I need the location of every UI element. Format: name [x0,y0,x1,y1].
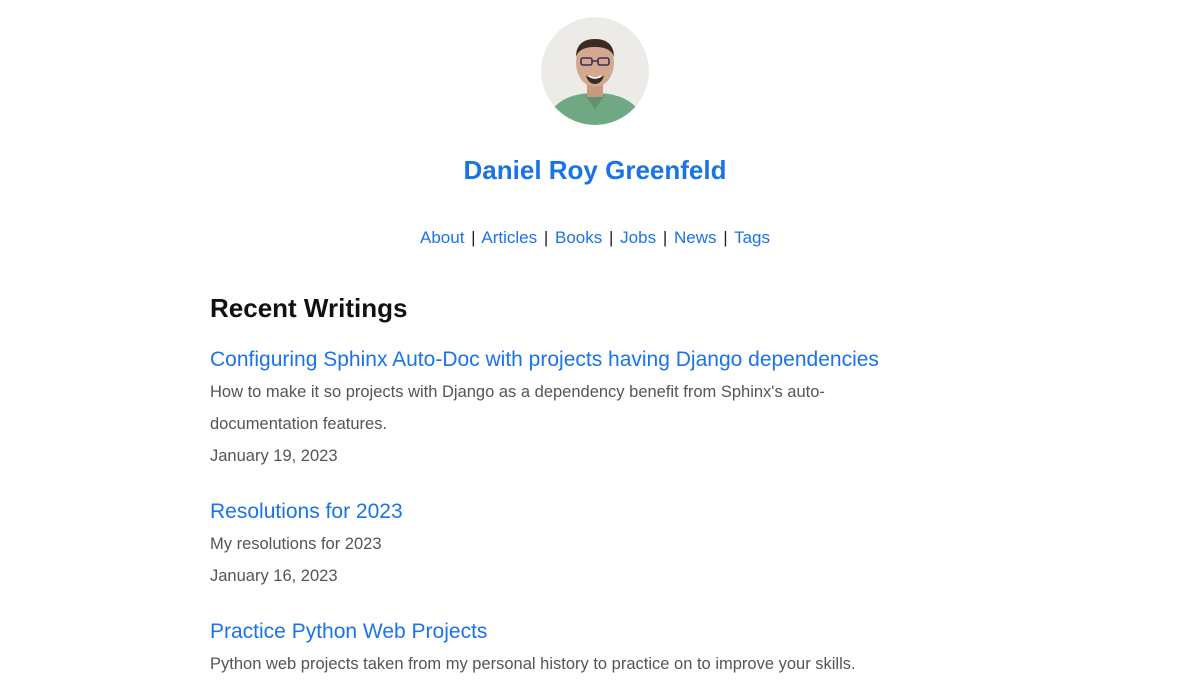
nav-separator: | [471,228,476,247]
post-description: Python web projects taken from my person… [210,655,856,673]
site-title: Daniel Roy Greenfeld [0,150,1190,190]
post-item: Configuring Sphinx Auto-Doc with project… [210,344,930,472]
nav-jobs-link[interactable]: Jobs [620,228,656,247]
page: Daniel Roy Greenfeld About | Articles | … [0,0,1200,681]
nav-books-link[interactable]: Books [555,228,602,247]
nav-separator: | [543,228,549,247]
post-description: How to make it so projects with Django a… [210,383,825,433]
nav-separator: | [609,228,614,247]
post-title-link[interactable]: Resolutions for 2023 [210,496,930,528]
main-nav: About | Articles | Books | Jobs | News |… [0,226,1190,250]
site-title-link[interactable]: Daniel Roy Greenfeld [464,155,727,185]
post-item: Resolutions for 2023 My resolutions for … [210,496,930,592]
recent-writings-section: Recent Writings Configuring Sphinx Auto-… [210,288,930,681]
author-avatar[interactable] [541,17,649,125]
nav-separator: | [662,228,668,247]
nav-articles-link[interactable]: Articles [481,228,537,247]
section-title: Recent Writings [210,293,408,323]
post-item: Practice Python Web Projects Python web … [210,616,930,680]
post-description: My resolutions for 2023 [210,535,382,553]
nav-about-link[interactable]: About [420,228,464,247]
post-date: January 16, 2023 [210,567,338,585]
nav-separator: | [723,228,728,247]
nav-news-link[interactable]: News [674,228,717,247]
post-title-link[interactable]: Practice Python Web Projects [210,616,930,648]
post-title-link[interactable]: Configuring Sphinx Auto-Doc with project… [210,344,930,376]
post-date: January 19, 2023 [210,447,338,465]
nav-tags-link[interactable]: Tags [734,228,770,247]
